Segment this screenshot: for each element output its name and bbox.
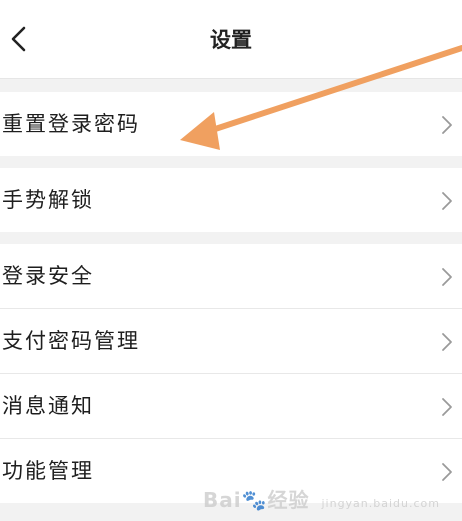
watermark-logo: Bai🐾经验 jingyan.baidu.com: [203, 484, 440, 513]
settings-item-login-security[interactable]: 登录安全: [0, 244, 462, 308]
settings-item-reset-login-password[interactable]: 重置登录密码: [0, 92, 462, 156]
settings-item-gesture-unlock[interactable]: 手势解锁: [0, 168, 462, 232]
watermark-brand-end: 经验: [267, 488, 310, 512]
chevron-right-icon: [442, 463, 452, 481]
settings-group-security: 登录安全 支付密码管理 消息通知 功能管理: [0, 244, 462, 503]
chevron-right-icon: [442, 268, 452, 286]
settings-group-gesture: 手势解锁: [0, 168, 462, 232]
settings-group-password: 重置登录密码: [0, 92, 462, 156]
settings-item-label: 消息通知: [2, 394, 94, 418]
watermark-brand: Bai: [203, 488, 242, 512]
chevron-right-icon: [442, 116, 452, 134]
settings-item-label: 重置登录密码: [2, 112, 140, 136]
settings-item-label: 手势解锁: [2, 188, 94, 212]
chevron-right-icon: [442, 333, 452, 351]
paw-icon: 🐾: [241, 488, 268, 512]
chevron-right-icon: [442, 398, 452, 416]
settings-item-label: 功能管理: [2, 459, 94, 483]
page-title: 设置: [210, 28, 252, 52]
chevron-right-icon: [442, 192, 452, 210]
settings-item-label: 登录安全: [2, 264, 94, 288]
settings-screen: 设置 重置登录密码 手势解锁 登录安全 支付密码管理 消息通知 功能管理 Bai…: [0, 0, 462, 521]
settings-item-label: 支付密码管理: [2, 329, 140, 353]
nav-bar: 设置: [0, 0, 462, 79]
settings-item-payment-password[interactable]: 支付密码管理: [0, 308, 462, 373]
settings-item-notifications[interactable]: 消息通知: [0, 373, 462, 438]
watermark-sub: jingyan.baidu.com: [321, 497, 440, 510]
